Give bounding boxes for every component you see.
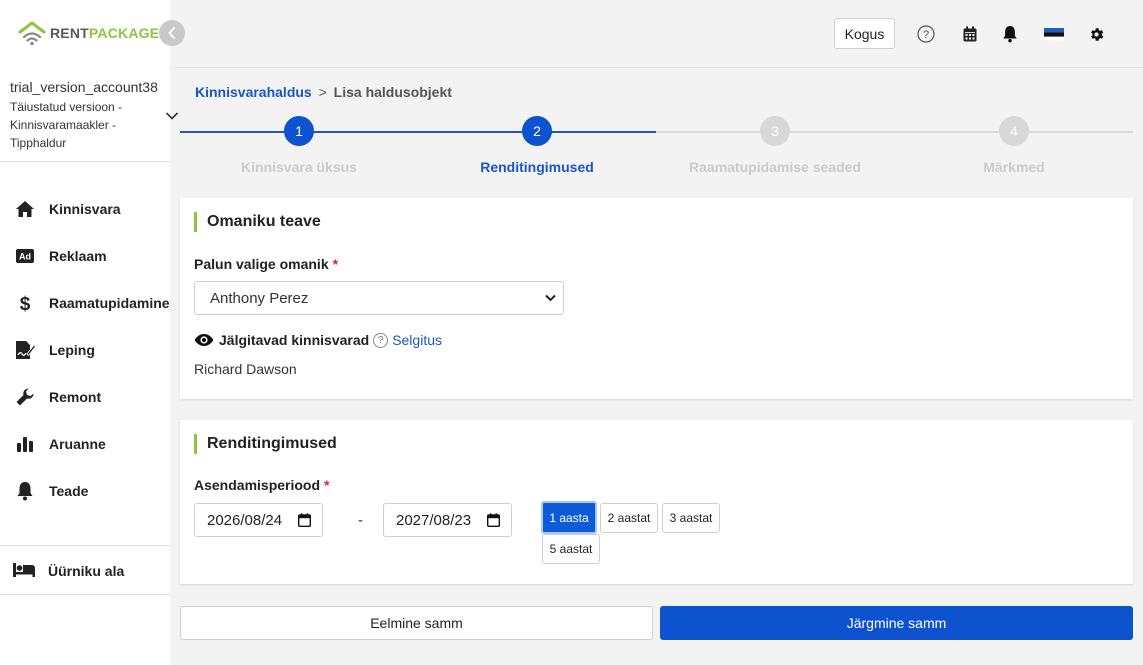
required-asterisk: * <box>324 477 330 493</box>
calendar-icon[interactable] <box>960 24 980 44</box>
sidebar-item-label: Kinnisvara <box>49 200 121 217</box>
gear-icon[interactable] <box>1086 24 1106 44</box>
end-date-value: 2027/08/23 <box>396 511 472 529</box>
tracked-property-name: Richard Dawson <box>194 361 297 377</box>
period-3-years-button[interactable]: 3 aastat <box>662 503 720 533</box>
owner-info-card: Omaniku teave Palun valige omanik * Antho… <box>180 198 1133 399</box>
step-number: 2 <box>522 116 552 146</box>
chevron-down-icon <box>165 112 179 120</box>
step-3[interactable]: 3 Raamatupidamise seaded <box>656 116 894 175</box>
required-asterisk: * <box>332 256 339 272</box>
period-5-years-button[interactable]: 5 aastat <box>542 534 600 564</box>
chevron-down-icon <box>545 294 556 302</box>
card-title: Omaniku teave <box>194 212 321 232</box>
step-label: Renditingimused <box>480 159 594 175</box>
calendar-icon[interactable] <box>298 513 311 527</box>
previous-step-button[interactable]: Eelmine samm <box>180 606 653 640</box>
wizard-stepper: 1 Kinnisvara üksus 2 Renditingimused 3 R… <box>180 116 1133 180</box>
sidebar-collapse-button[interactable] <box>159 20 185 46</box>
tracked-properties-row: Jälgitavad kinnisvarad ? Selgitus <box>194 332 442 348</box>
home-icon <box>14 198 36 220</box>
account-plan: Täiustatud versioon - Kinnisvaramaakler … <box>10 100 123 150</box>
step-number: 1 <box>284 116 314 146</box>
svg-text:Ad: Ad <box>19 251 31 261</box>
breadcrumb-current: Lisa haldusobjekt <box>333 84 452 100</box>
notification-bell-icon[interactable] <box>1000 24 1020 44</box>
sidebar-item-tenant-area[interactable]: Üürniku ala <box>0 548 170 594</box>
logo-text: RENTPACKAGE <box>50 25 160 41</box>
contract-icon <box>14 339 36 361</box>
owner-select-label: Palun valige omanik * <box>194 256 339 272</box>
rental-terms-card: Renditingimused Asendamisperiood * 2026/0… <box>180 420 1133 584</box>
account-switcher[interactable]: trial_version_account38 Täiustatud versi… <box>0 68 170 162</box>
sidebar-item-reklaam[interactable]: Ad Reklaam <box>0 232 170 279</box>
account-name: trial_version_account38 <box>10 79 158 95</box>
eye-icon <box>194 334 214 346</box>
breadcrumb-separator: > <box>318 84 327 100</box>
owner-select-value: Anthony Perez <box>210 289 309 307</box>
topbar: Kogus ? <box>170 0 1143 68</box>
chevron-left-icon <box>168 27 175 39</box>
sidebar-divider <box>0 545 170 546</box>
step-4[interactable]: 4 Märkmed <box>895 116 1133 175</box>
date-range-separator: - <box>358 512 363 529</box>
sidebar-item-raamatupidamine[interactable]: $ Raamatupidamine <box>0 279 170 326</box>
sidebar-item-aruanne[interactable]: Aruanne <box>0 420 170 467</box>
calendar-icon[interactable] <box>487 513 500 527</box>
step-label: Kinnisvara üksus <box>241 159 357 175</box>
breadcrumb: Kinnisvarahaldus > Lisa haldusobjekt <box>195 84 452 100</box>
tenant-area-label: Üürniku ala <box>48 563 125 579</box>
start-date-value: 2026/08/24 <box>207 511 283 529</box>
dollar-icon: $ <box>14 292 36 314</box>
ad-icon: Ad <box>14 245 36 267</box>
sidebar-item-teade[interactable]: Teade <box>0 467 170 514</box>
end-date-input[interactable]: 2027/08/23 <box>383 503 512 537</box>
sidebar-item-label: Raamatupidamine <box>49 294 170 311</box>
step-2[interactable]: 2 Renditingimused <box>418 116 656 175</box>
svg-text:?: ? <box>923 29 929 41</box>
help-icon[interactable]: ? <box>373 332 389 348</box>
bed-icon <box>12 561 36 582</box>
help-icon[interactable]: ? <box>916 24 936 44</box>
svg-text:$: $ <box>20 294 31 313</box>
period-2-years-button[interactable]: 2 aastat <box>600 503 658 533</box>
next-step-button[interactable]: Järgmine samm <box>660 606 1133 640</box>
step-1[interactable]: 1 Kinnisvara üksus <box>180 116 418 175</box>
sidebar-item-leping[interactable]: Leping <box>0 326 170 373</box>
brand-logo[interactable]: RENTPACKAGE <box>18 18 159 48</box>
wrench-icon <box>14 386 36 408</box>
sidebar-nav: Kinnisvara Ad Reklaam $ Raamatupidamine … <box>0 185 170 514</box>
sidebar-item-remont[interactable]: Remont <box>0 373 170 420</box>
wifi-house-icon <box>18 21 46 46</box>
step-label: Märkmed <box>983 159 1045 175</box>
owner-select[interactable]: Anthony Perez <box>194 281 564 315</box>
sidebar-item-kinnisvara[interactable]: Kinnisvara <box>0 185 170 232</box>
bar-chart-icon <box>14 433 36 455</box>
sidebar-item-label: Aruanne <box>49 435 106 452</box>
card-title: Renditingimused <box>194 434 337 454</box>
sidebar-item-label: Leping <box>49 341 95 358</box>
step-number: 3 <box>760 116 790 146</box>
account-dropdown-toggle[interactable] <box>165 108 179 126</box>
sidebar-divider <box>0 594 170 595</box>
sidebar-item-label: Teade <box>49 482 89 499</box>
period-1-year-button[interactable]: 1 aasta <box>541 501 597 534</box>
explanation-link[interactable]: Selgitus <box>392 332 442 348</box>
step-number: 4 <box>999 116 1029 146</box>
estonian-flag-icon[interactable] <box>1043 24 1065 44</box>
start-date-input[interactable]: 2026/08/24 <box>194 503 323 537</box>
period-label: Asendamisperiood * <box>194 477 330 493</box>
breadcrumb-root-link[interactable]: Kinnisvarahaldus <box>195 84 312 100</box>
kogus-button[interactable]: Kogus <box>834 18 895 49</box>
sidebar: RENTPACKAGE trial_version_account38 Täiu… <box>0 0 170 665</box>
bell-icon <box>14 480 36 502</box>
sidebar-item-label: Remont <box>49 388 102 405</box>
step-label: Raamatupidamise seaded <box>689 159 861 175</box>
tracked-properties-label: Jälgitavad kinnisvarad <box>219 332 370 348</box>
sidebar-item-label: Reklaam <box>49 247 107 264</box>
